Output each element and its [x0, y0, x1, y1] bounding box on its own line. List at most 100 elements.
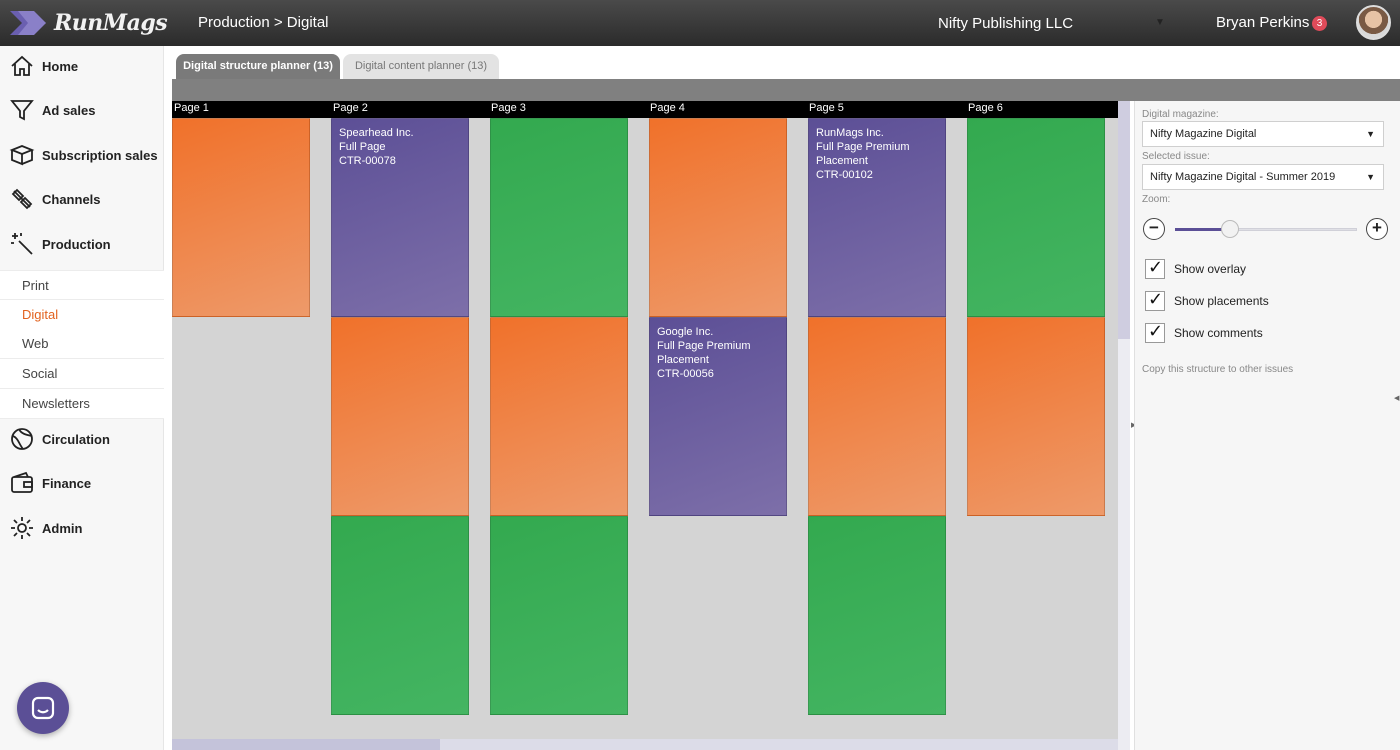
chevron-down-icon[interactable]: ▼ [1155, 17, 1165, 28]
app-name: RunMags [54, 10, 168, 36]
expand-panel-icon[interactable]: ◀ [1394, 394, 1399, 402]
sidebar-item-label: Production [42, 236, 111, 252]
tab-bar [172, 79, 1400, 101]
settings-panel: Digital magazine: Nifty Magazine Digital… [1134, 101, 1400, 750]
page-label: Page 5 [809, 102, 844, 114]
top-bar: RunMags Production > Digital Nifty Publi… [0, 0, 1400, 46]
chevron-down-icon: ▼ [1366, 172, 1375, 182]
gear-icon [11, 517, 33, 539]
sidebar-subitem-newsletters[interactable]: Newsletters [0, 389, 164, 419]
planner-block[interactable] [967, 118, 1105, 317]
page-label: Page 1 [174, 102, 209, 114]
sidebar-item-label: Finance [42, 475, 92, 491]
planner-block[interactable] [331, 317, 469, 516]
placement-advertiser: RunMags Inc. [816, 127, 884, 139]
sidebar-item-home[interactable]: Home [0, 46, 164, 86]
logo[interactable]: RunMags [8, 7, 168, 39]
page-label: Page 2 [333, 102, 368, 114]
page-label: Page 6 [968, 102, 1003, 114]
chat-button[interactable] [17, 682, 69, 734]
sidebar-item-label: Circulation [42, 431, 110, 447]
planner-block[interactable] [490, 317, 628, 516]
placement-type: Full Page Premium [657, 340, 751, 352]
horizontal-scrollbar-thumb[interactable] [172, 739, 440, 750]
sidebar-subitem-web[interactable]: Web [0, 329, 164, 359]
zoom-label: Zoom: [1142, 194, 1171, 205]
planner-block[interactable] [808, 516, 946, 715]
sidebar-item-ad-sales[interactable]: Ad sales [0, 90, 164, 130]
sidebar-item-channels[interactable]: Channels [0, 179, 164, 219]
show-placements-checkbox[interactable]: ✓ Show placements [1145, 289, 1269, 312]
planner-block[interactable] [967, 317, 1105, 516]
breadcrumb: Production > Digital [198, 14, 329, 31]
magazine-label: Digital magazine: [1142, 109, 1219, 120]
placement-info: Google Inc. Full Page Premium Placement … [657, 325, 751, 381]
planner-block[interactable] [490, 118, 628, 317]
checkmark-icon: ✓ [1148, 321, 1164, 341]
sidebar-item-circulation[interactable]: Circulation [0, 419, 164, 459]
structure-planner[interactable]: Page 1 Page 2 Page 3 Page 4 Page 5 Page … [172, 101, 1118, 739]
show-comments-checkbox[interactable]: ✓ Show comments [1145, 321, 1263, 344]
chevron-down-icon: ▼ [1366, 129, 1375, 139]
placement-block[interactable]: RunMags Inc. Full Page Premium Placement… [808, 118, 946, 317]
placement-type-cont: Placement [657, 354, 709, 366]
placement-block[interactable]: Google Inc. Full Page Premium Placement … [649, 317, 787, 516]
sidebar-item-label: Channels [42, 191, 101, 207]
wallet-icon [11, 471, 33, 493]
sidebar-item-label: Home [42, 58, 79, 74]
magazine-select[interactable]: Nifty Magazine Digital ▼ [1142, 121, 1384, 147]
planner-block[interactable] [331, 516, 469, 715]
placement-contract: CTR-00102 [816, 169, 873, 181]
sidebar-item-subscription-sales[interactable]: Subscription sales [0, 135, 164, 175]
checkbox[interactable]: ✓ [1145, 289, 1165, 311]
planner-block[interactable] [649, 118, 787, 317]
planner-block[interactable] [172, 118, 310, 317]
sidebar-subitem-social[interactable]: Social [0, 359, 164, 389]
zoom-out-button[interactable]: − [1143, 218, 1165, 240]
home-icon [11, 55, 33, 76]
checkbox-label: Show overlay [1174, 262, 1247, 276]
page-header: Page 1 Page 2 Page 3 Page 4 Page 5 Page … [172, 101, 1118, 118]
notification-badge[interactable]: 3 [1312, 16, 1327, 31]
zoom-in-button[interactable]: + [1366, 218, 1388, 240]
tab-digital-content-planner[interactable]: Digital content planner (13) [343, 54, 499, 79]
placement-type: Full Page [339, 141, 386, 153]
placement-type-cont: Placement [816, 155, 868, 167]
planner-block[interactable] [808, 317, 946, 516]
logo-icon [10, 11, 46, 35]
zoom-slider-thumb[interactable] [1221, 220, 1239, 238]
placement-type: Full Page Premium [816, 141, 910, 153]
issue-select[interactable]: Nifty Magazine Digital - Summer 2019 ▼ [1142, 164, 1384, 190]
sidebar-subitem-print[interactable]: Print [0, 270, 164, 300]
globe-icon [11, 428, 33, 450]
checkmark-icon: ✓ [1148, 257, 1164, 277]
placement-contract: CTR-00078 [339, 155, 396, 167]
issue-value: Nifty Magazine Digital - Summer 2019 [1150, 171, 1336, 183]
tab-digital-structure-planner[interactable]: Digital structure planner (13) [176, 54, 340, 79]
funnel-icon [10, 100, 34, 121]
page-label: Page 3 [491, 102, 526, 114]
checkbox[interactable]: ✓ [1145, 257, 1165, 279]
sidebar-subitem-digital[interactable]: Digital [0, 300, 164, 330]
placement-info: RunMags Inc. Full Page Premium Placement… [816, 126, 910, 182]
avatar[interactable] [1356, 5, 1391, 40]
company-selector[interactable]: Nifty Publishing LLC [938, 15, 1073, 32]
satellite-icon [11, 188, 33, 210]
user-name[interactable]: Bryan Perkins [1216, 14, 1309, 31]
magic-wand-icon [11, 233, 33, 255]
copy-structure-link[interactable]: Copy this structure to other issues [1142, 364, 1293, 375]
magazine-value: Nifty Magazine Digital [1150, 128, 1257, 140]
sidebar: Home Ad sales Subscription sales Channel… [0, 46, 164, 750]
sidebar-item-production[interactable]: Production [0, 224, 164, 264]
placement-block[interactable]: Spearhead Inc. Full Page CTR-00078 [331, 118, 469, 317]
planner-block[interactable] [490, 516, 628, 715]
placement-info: Spearhead Inc. Full Page CTR-00078 [339, 126, 414, 168]
checkmark-icon: ✓ [1148, 289, 1164, 309]
show-overlay-checkbox[interactable]: ✓ Show overlay [1145, 257, 1247, 280]
vertical-scrollbar-thumb[interactable] [1118, 101, 1130, 339]
sidebar-item-admin[interactable]: Admin [0, 508, 164, 548]
box-icon [9, 145, 35, 166]
checkbox-label: Show placements [1174, 294, 1269, 308]
sidebar-item-finance[interactable]: Finance [0, 463, 164, 503]
checkbox[interactable]: ✓ [1145, 321, 1165, 343]
